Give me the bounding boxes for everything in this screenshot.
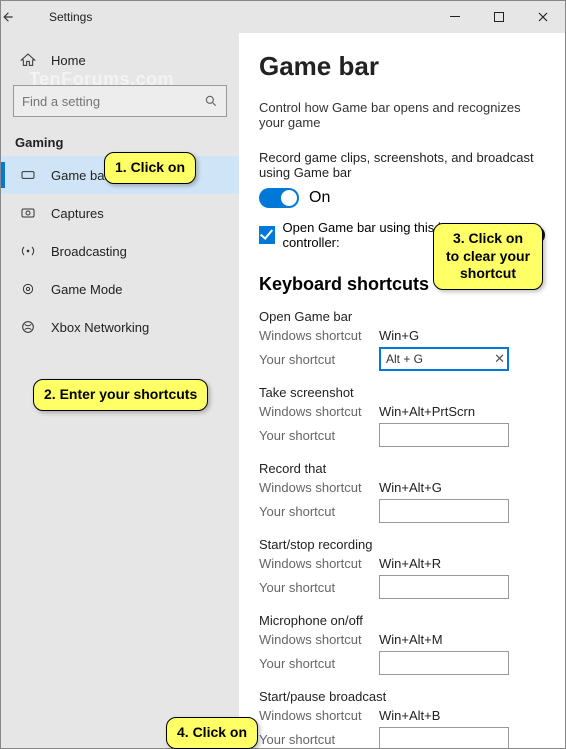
your-shortcut-input[interactable] (379, 423, 509, 447)
annotation-callout-4: 4. Click on (166, 717, 258, 749)
page-title: Game bar (259, 51, 545, 82)
annotation-callout-3: 3. Click on to clear your shortcut (433, 223, 543, 290)
maximize-button[interactable] (477, 1, 521, 33)
your-shortcut-label: Your shortcut (259, 732, 379, 747)
sidebar-item-label: Xbox Networking (51, 320, 149, 335)
page-description: Control how Game bar opens and recognize… (259, 100, 545, 130)
captures-icon (19, 204, 37, 222)
windows-shortcut-value: Win+G (379, 328, 419, 343)
your-shortcut-input[interactable] (379, 651, 509, 675)
sidebar-item-captures[interactable]: Captures (1, 194, 239, 232)
annotation-callout-1: 1. Click on (104, 152, 196, 184)
shortcut-title: Open Game bar (259, 309, 545, 324)
shortcut-group-record-that: Record that Windows shortcutWin+Alt+G Yo… (259, 461, 545, 523)
shortcut-group-start-pause-broadcast: Start/pause broadcast Windows shortcutWi… (259, 689, 545, 748)
game-mode-icon (19, 280, 37, 298)
windows-shortcut-label: Windows shortcut (259, 556, 379, 571)
your-shortcut-label: Your shortcut (259, 504, 379, 519)
windows-shortcut-value: Win+Alt+M (379, 632, 443, 647)
shortcut-title: Take screenshot (259, 385, 545, 400)
shortcut-title: Start/stop recording (259, 537, 545, 552)
clear-shortcut-button[interactable]: ✕ (494, 351, 505, 367)
minimize-button[interactable] (433, 1, 477, 33)
windows-shortcut-value: Win+Alt+G (379, 480, 442, 495)
shortcut-group-open-game-bar: Open Game bar Windows shortcutWin+G Your… (259, 309, 545, 371)
windows-shortcut-label: Windows shortcut (259, 632, 379, 647)
controller-checkbox[interactable] (259, 226, 275, 244)
sidebar-item-label: Game bar (51, 168, 109, 183)
windows-shortcut-label: Windows shortcut (259, 328, 379, 343)
shortcut-title: Start/pause broadcast (259, 689, 545, 704)
sidebar-item-xbox-networking[interactable]: Xbox Networking (1, 308, 239, 346)
windows-shortcut-value: Win+Alt+PrtScrn (379, 404, 475, 419)
sidebar-item-label: Game Mode (51, 282, 123, 297)
shortcut-title: Microphone on/off (259, 613, 545, 628)
search-input[interactable] (22, 94, 204, 109)
windows-shortcut-value: Win+Alt+R (379, 556, 441, 571)
your-shortcut-label: Your shortcut (259, 428, 379, 443)
your-shortcut-input[interactable] (379, 499, 509, 523)
close-button[interactable] (521, 1, 565, 33)
xbox-icon (19, 318, 37, 336)
shortcut-title: Record that (259, 461, 545, 476)
search-icon (204, 94, 218, 108)
window-controls (433, 1, 565, 33)
sidebar-item-label: Broadcasting (51, 244, 127, 259)
record-description: Record game clips, screenshots, and broa… (259, 150, 545, 180)
your-shortcut-input[interactable] (379, 347, 509, 371)
your-shortcut-input[interactable] (379, 575, 509, 599)
toggle-state-label: On (309, 189, 330, 207)
sidebar-item-label: Home (51, 53, 86, 68)
shortcut-group-take-screenshot: Take screenshot Windows shortcutWin+Alt+… (259, 385, 545, 447)
windows-shortcut-label: Windows shortcut (259, 708, 379, 723)
home-icon (19, 51, 37, 69)
window-title: Settings (45, 10, 433, 24)
game-bar-icon (19, 166, 37, 184)
sidebar-item-label: Captures (51, 206, 104, 221)
windows-shortcut-label: Windows shortcut (259, 404, 379, 419)
sidebar-item-home[interactable]: Home (1, 41, 239, 79)
broadcasting-icon (19, 242, 37, 260)
shortcut-group-start-stop-recording: Start/stop recording Windows shortcutWin… (259, 537, 545, 599)
your-shortcut-label: Your shortcut (259, 352, 379, 367)
sidebar-item-broadcasting[interactable]: Broadcasting (1, 232, 239, 270)
back-button[interactable] (1, 10, 45, 24)
your-shortcut-label: Your shortcut (259, 580, 379, 595)
your-shortcut-input[interactable] (379, 727, 509, 748)
arrow-left-icon (1, 10, 15, 24)
sidebar-item-game-mode[interactable]: Game Mode (1, 270, 239, 308)
shortcut-group-microphone: Microphone on/off Windows shortcutWin+Al… (259, 613, 545, 675)
annotation-callout-2: 2. Enter your shortcuts (33, 379, 208, 411)
search-box[interactable] (13, 85, 227, 117)
your-shortcut-label: Your shortcut (259, 656, 379, 671)
titlebar: Settings (1, 1, 565, 33)
content-pane: Game bar Control how Game bar opens and … (239, 33, 565, 748)
windows-shortcut-label: Windows shortcut (259, 480, 379, 495)
windows-shortcut-value: Win+Alt+B (379, 708, 440, 723)
game-bar-toggle[interactable] (259, 188, 299, 208)
